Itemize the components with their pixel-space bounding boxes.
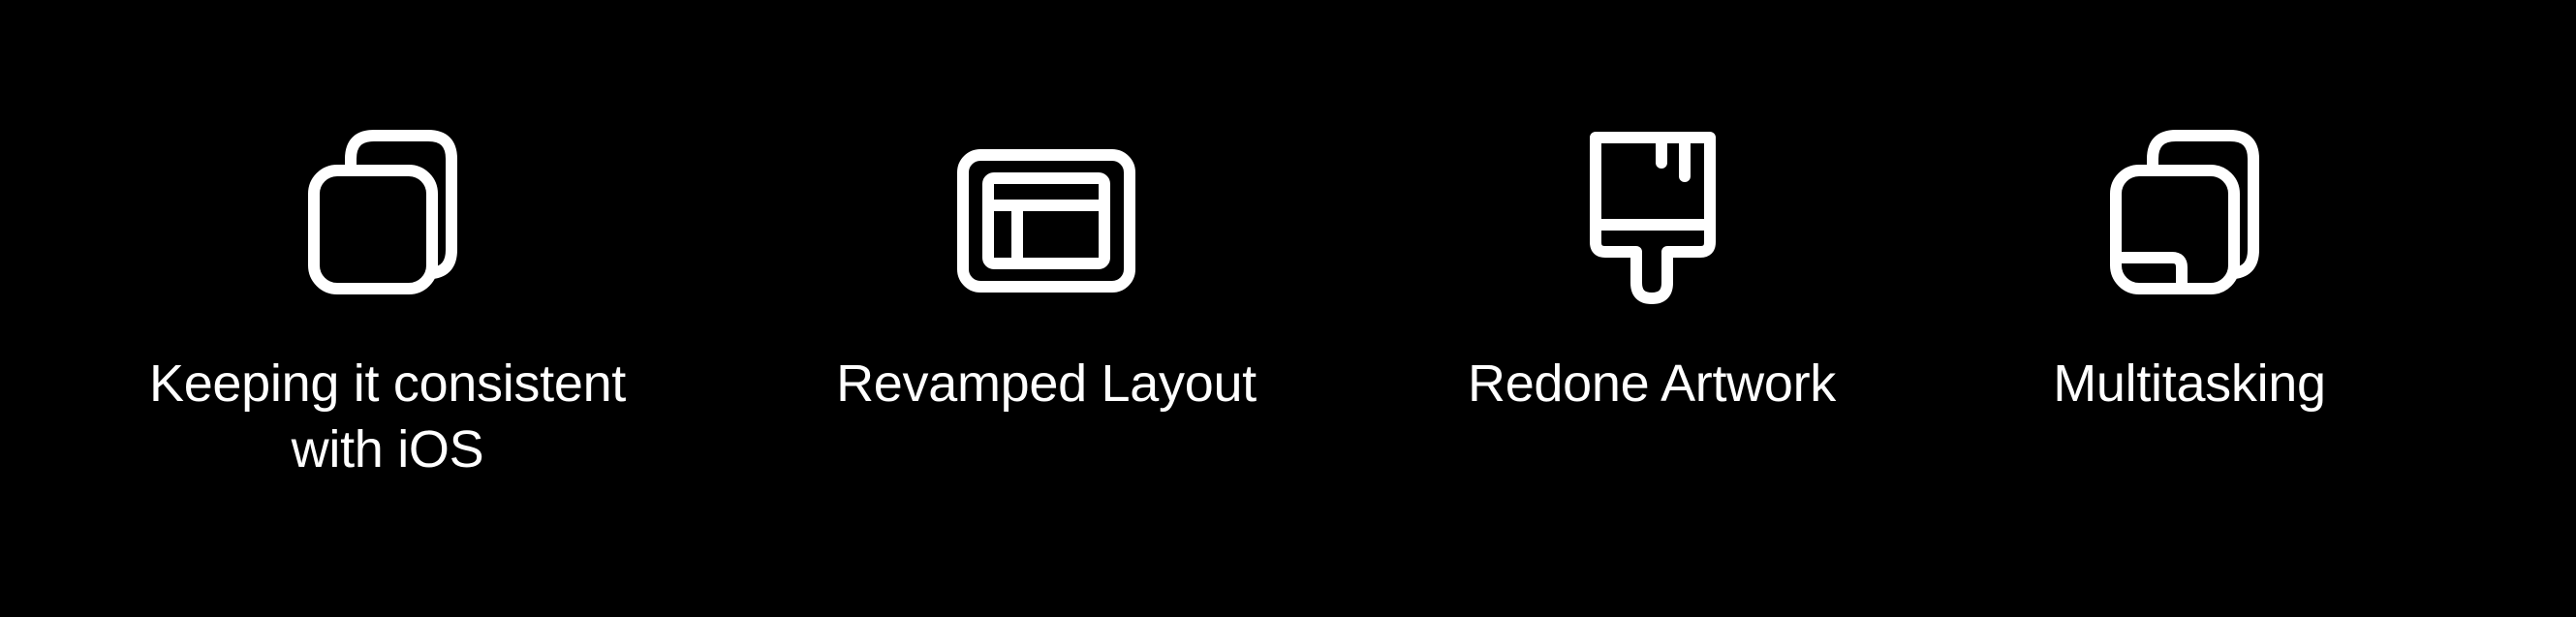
feature-banner: Keeping it consistent with iOS Revamped …	[0, 0, 2576, 617]
feature-label: Revamped Layout	[836, 355, 1257, 413]
feature-consistent-ios: Keeping it consistent with iOS	[107, 0, 668, 617]
layout-window-icon	[949, 126, 1143, 320]
feature-redone-artwork: Redone Artwork	[1381, 0, 1923, 617]
feature-label: Keeping it consistent with iOS	[148, 355, 626, 478]
feature-label: Redone Artwork	[1468, 355, 1836, 413]
feature-label: Multitasking	[2053, 355, 2326, 413]
multitasking-windows-icon	[2093, 126, 2286, 320]
feature-multitasking: Multitasking	[1967, 0, 2412, 617]
paintbrush-icon	[1555, 126, 1749, 320]
feature-revamped-layout: Revamped Layout	[756, 0, 1337, 617]
stacked-squares-icon	[291, 126, 484, 320]
